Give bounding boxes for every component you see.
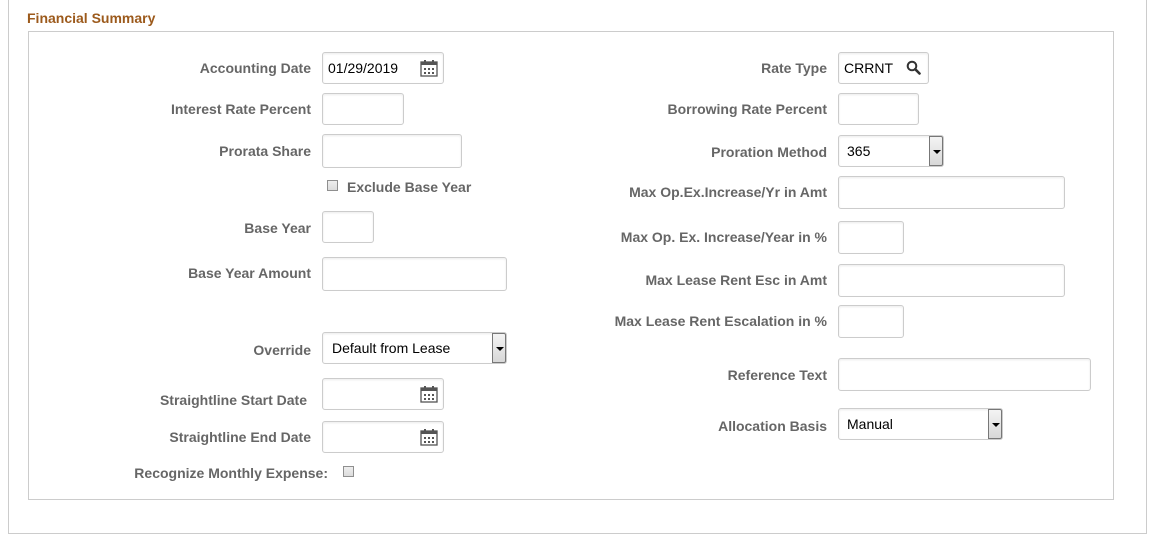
straightline-end-date-label: Straightline End Date [169, 429, 311, 445]
base-year-field[interactable] [322, 211, 374, 243]
base-year-label: Base Year [244, 220, 311, 236]
interest-rate-percent-label: Interest Rate Percent [170, 101, 311, 117]
override-select[interactable]: Default from Lease [322, 332, 507, 364]
rate-type-label: Rate Type [761, 60, 827, 76]
borrowing-rate-percent-label: Borrowing Rate Percent [667, 101, 827, 117]
borrowing-rate-percent-field[interactable] [838, 93, 919, 125]
prorata-share-field[interactable] [322, 134, 462, 168]
accounting-date-label: Accounting Date [199, 60, 311, 76]
override-label: Override [253, 342, 311, 358]
chevron-down-icon[interactable] [929, 136, 943, 166]
allocation-basis-select[interactable]: Manual [838, 408, 1003, 440]
reference-text-field[interactable] [838, 358, 1091, 391]
proration-method-value: 365 [847, 143, 871, 159]
max-opex-increase-pct-field[interactable] [838, 221, 904, 254]
rate-type-value: CRRNT [844, 60, 893, 76]
max-opex-increase-pct-label: Max Op. Ex. Increase/Year in % [620, 229, 827, 245]
max-lease-rent-esc-pct-field[interactable] [838, 305, 904, 338]
rate-type-field[interactable]: CRRNT [838, 52, 929, 84]
exclude-base-year-checkbox[interactable] [327, 180, 338, 191]
exclude-base-year-label: Exclude Base Year [347, 179, 472, 195]
allocation-basis-label: Allocation Basis [718, 418, 827, 434]
max-opex-increase-amt-label: Max Op.Ex.Increase/Yr in Amt [629, 184, 827, 200]
straightline-end-date-field[interactable] [322, 421, 444, 453]
accounting-date-value: 01/29/2019 [328, 60, 399, 76]
recognize-monthly-expense-checkbox[interactable] [343, 466, 354, 477]
calendar-icon[interactable] [420, 429, 438, 446]
max-lease-rent-esc-amt-field[interactable] [838, 264, 1065, 297]
calendar-icon[interactable] [420, 386, 438, 403]
max-lease-rent-esc-pct-label: Max Lease Rent Escalation in % [614, 313, 827, 329]
straightline-start-date-label: Straightline Start Date [159, 392, 307, 408]
allocation-basis-value: Manual [847, 416, 893, 432]
calendar-icon[interactable] [420, 60, 438, 77]
chevron-down-icon[interactable] [988, 409, 1002, 439]
section-title: Financial Summary [27, 10, 156, 26]
max-lease-rent-esc-amt-label: Max Lease Rent Esc in Amt [645, 272, 827, 288]
accounting-date-field[interactable]: 01/29/2019 [322, 52, 444, 84]
interest-rate-percent-field[interactable] [322, 93, 404, 125]
recognize-monthly-expense-label: Recognize Monthly Expense: [134, 465, 328, 481]
max-opex-increase-amt-field[interactable] [838, 176, 1065, 209]
prorata-share-label: Prorata Share [219, 143, 311, 159]
chevron-down-icon[interactable] [492, 333, 506, 363]
base-year-amount-label: Base Year Amount [188, 265, 311, 281]
search-icon[interactable] [906, 60, 921, 75]
proration-method-label: Proration Method [711, 144, 827, 160]
override-value: Default from Lease [332, 340, 451, 356]
straightline-start-date-field[interactable] [322, 378, 444, 410]
reference-text-label: Reference Text [727, 367, 827, 383]
proration-method-select[interactable]: 365 [838, 135, 944, 167]
base-year-amount-field[interactable] [322, 257, 507, 291]
